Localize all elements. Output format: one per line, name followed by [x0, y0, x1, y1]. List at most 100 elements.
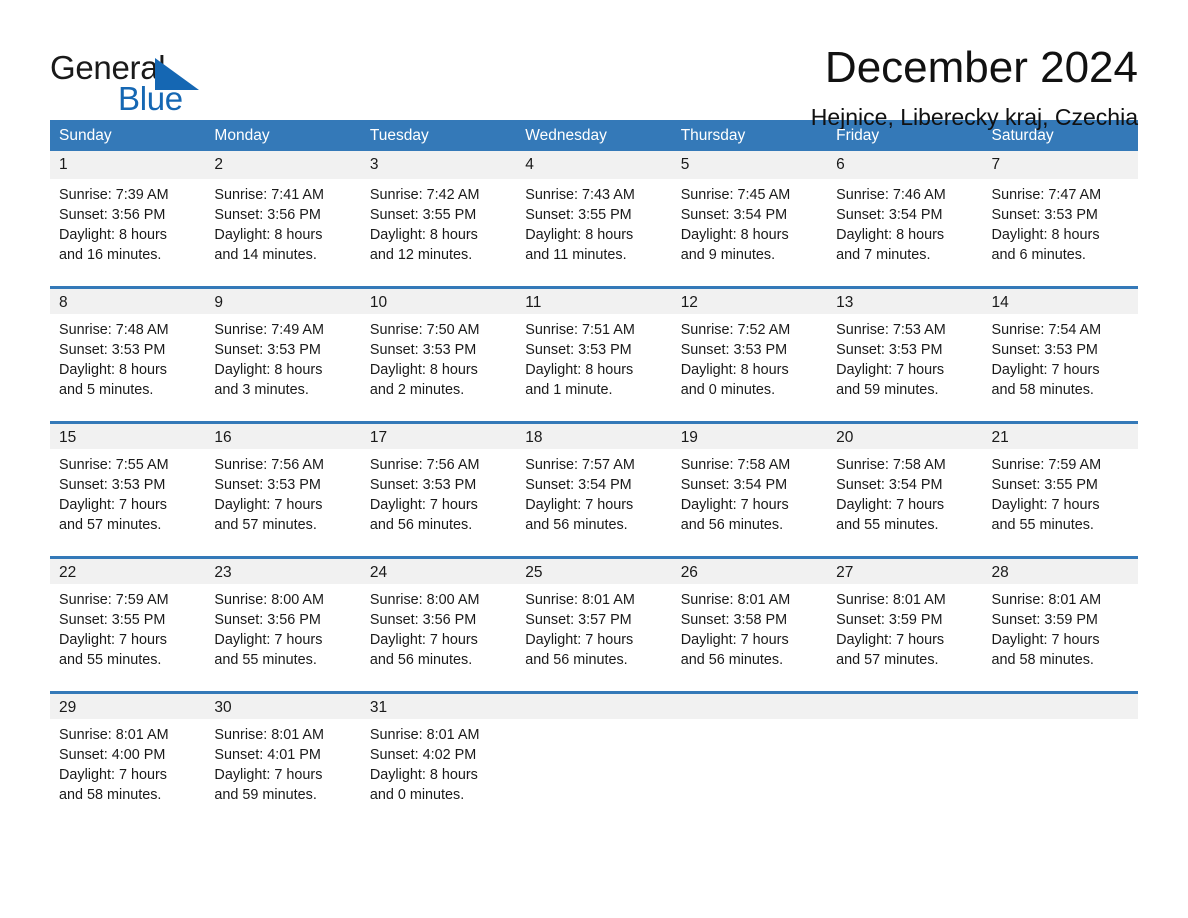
sunset-text: Sunset: 3:53 PM	[991, 207, 1098, 223]
day-cell: Sunrise: 7:57 AM Sunset: 3:54 PM Dayligh…	[516, 455, 671, 556]
sunset-text: Sunset: 3:55 PM	[525, 207, 632, 223]
day-cell: Sunrise: 8:00 AM Sunset: 3:56 PM Dayligh…	[205, 590, 360, 691]
day-number[interactable]: 6	[827, 151, 982, 179]
day-number[interactable]: 26	[672, 559, 827, 584]
sunset-text: Sunset: 3:56 PM	[214, 207, 321, 223]
daylight-text-line1: Daylight: 8 hours	[59, 227, 167, 243]
daylight-text-line1: Daylight: 7 hours	[214, 767, 323, 783]
day-cell: Sunrise: 8:00 AM Sunset: 3:56 PM Dayligh…	[361, 590, 516, 691]
day-number[interactable]: 25	[516, 559, 671, 584]
day-number-band: 15 16 17 18 19 20 21	[50, 421, 1138, 449]
day-cell: Sunrise: 7:51 AM Sunset: 3:53 PM Dayligh…	[516, 320, 671, 421]
sunset-text: Sunset: 3:58 PM	[680, 612, 788, 628]
daylight-text-line2: and 56 minutes.	[369, 652, 473, 668]
daylight-text-line2: and 55 minutes.	[836, 517, 939, 533]
day-number[interactable]: 20	[827, 424, 982, 449]
day-number[interactable]: 7	[983, 151, 1138, 179]
day-number[interactable]: 8	[50, 289, 205, 314]
day-number[interactable]: 4	[516, 151, 671, 179]
sunset-text: Sunset: 4:00 PM	[59, 747, 166, 763]
sunrise-text: Sunrise: 7:45 AM	[680, 187, 791, 203]
calendar-week-row: 29 30 31 Sunrise: 8:01 AM Sunset: 4:00 P…	[50, 691, 1138, 826]
day-cell: Sunrise: 7:50 AM Sunset: 3:53 PM Dayligh…	[361, 320, 516, 421]
day-cell: Sunrise: 8:01 AM Sunset: 3:57 PM Dayligh…	[516, 590, 671, 691]
day-number[interactable]: 23	[205, 559, 360, 584]
daylight-text-line2: and 11 minutes.	[525, 247, 627, 263]
sunrise-text: Sunrise: 8:01 AM	[525, 592, 635, 608]
page-title: December 2024	[824, 43, 1138, 92]
daylight-text-line2: and 14 minutes.	[214, 247, 317, 263]
daylight-text-line1: Daylight: 7 hours	[836, 362, 945, 378]
day-number[interactable]: 18	[516, 424, 671, 449]
daylight-text-line1: Daylight: 8 hours	[214, 362, 323, 378]
daylight-text-line1: Daylight: 8 hours	[369, 362, 478, 378]
sunrise-text: Sunrise: 7:53 AM	[836, 322, 946, 338]
sunset-text: Sunset: 3:53 PM	[369, 477, 477, 493]
daylight-text-line1: Daylight: 8 hours	[59, 362, 167, 378]
day-cell: Sunrise: 7:43 AM Sunset: 3:55 PM Dayligh…	[516, 185, 671, 286]
calendar-week-row: 1 2 3 4 5 6 7 Sunrise: 7:39 AM Sunset: 3…	[50, 151, 1138, 286]
daylight-text-line1: Daylight: 8 hours	[369, 227, 478, 243]
day-number[interactable]: 5	[672, 151, 827, 179]
day-detail-band: Sunrise: 7:59 AM Sunset: 3:55 PM Dayligh…	[50, 584, 1138, 691]
sunrise-text: Sunrise: 7:52 AM	[680, 322, 791, 338]
day-number[interactable]: 17	[361, 424, 516, 449]
day-number[interactable]: 22	[50, 559, 205, 584]
sunset-text: Sunset: 3:55 PM	[991, 477, 1098, 493]
day-cell: Sunrise: 7:58 AM Sunset: 3:54 PM Dayligh…	[672, 455, 827, 556]
sunset-text: Sunset: 3:56 PM	[214, 612, 321, 628]
day-number[interactable]: 31	[361, 694, 516, 719]
day-cell: Sunrise: 7:59 AM Sunset: 3:55 PM Dayligh…	[50, 590, 205, 691]
day-number[interactable]: 27	[827, 559, 982, 584]
day-number[interactable]: 24	[361, 559, 516, 584]
sunrise-text: Sunrise: 7:59 AM	[991, 457, 1102, 473]
day-number-empty	[827, 694, 982, 719]
day-number[interactable]: 16	[205, 424, 360, 449]
day-number[interactable]: 11	[516, 289, 671, 314]
sunrise-text: Sunrise: 8:01 AM	[680, 592, 791, 608]
sunset-text: Sunset: 3:53 PM	[59, 477, 166, 493]
weekday-header-wednesday: Wednesday	[525, 127, 607, 144]
sunrise-text: Sunrise: 7:47 AM	[991, 187, 1102, 203]
sunset-text: Sunset: 3:55 PM	[369, 207, 477, 223]
day-number[interactable]: 1	[50, 151, 205, 179]
day-number[interactable]: 30	[205, 694, 360, 719]
day-number[interactable]: 10	[361, 289, 516, 314]
sunrise-text: Sunrise: 7:57 AM	[525, 457, 635, 473]
sunset-text: Sunset: 3:53 PM	[59, 342, 166, 358]
daylight-text-line1: Daylight: 7 hours	[214, 632, 323, 648]
day-number[interactable]: 14	[983, 289, 1138, 314]
calendar-week-row: 8 9 10 11 12 13 14 Sunrise: 7:48 AM Suns…	[50, 286, 1138, 421]
day-cell: Sunrise: 7:52 AM Sunset: 3:53 PM Dayligh…	[672, 320, 827, 421]
sunrise-text: Sunrise: 7:56 AM	[214, 457, 325, 473]
day-number[interactable]: 15	[50, 424, 205, 449]
day-number[interactable]: 21	[983, 424, 1138, 449]
sunset-text: Sunset: 3:59 PM	[991, 612, 1098, 628]
sunrise-text: Sunrise: 8:01 AM	[214, 727, 325, 743]
sunrise-text: Sunrise: 7:49 AM	[214, 322, 325, 338]
day-detail-band: Sunrise: 7:39 AM Sunset: 3:56 PM Dayligh…	[50, 179, 1138, 286]
day-cell: Sunrise: 7:42 AM Sunset: 3:55 PM Dayligh…	[361, 185, 516, 286]
day-number[interactable]: 13	[827, 289, 982, 314]
sunset-text: Sunset: 3:55 PM	[59, 612, 166, 628]
day-number[interactable]: 29	[50, 694, 205, 719]
day-number[interactable]: 19	[672, 424, 827, 449]
day-number[interactable]: 2	[205, 151, 360, 179]
day-number[interactable]: 28	[983, 559, 1138, 584]
day-cell: Sunrise: 7:49 AM Sunset: 3:53 PM Dayligh…	[205, 320, 360, 421]
day-number[interactable]: 3	[361, 151, 516, 179]
day-number[interactable]: 12	[672, 289, 827, 314]
sunset-text: Sunset: 4:01 PM	[214, 747, 321, 763]
day-cell: Sunrise: 7:55 AM Sunset: 3:53 PM Dayligh…	[50, 455, 205, 556]
sunset-text: Sunset: 3:59 PM	[836, 612, 943, 628]
daylight-text-line2: and 7 minutes.	[836, 247, 931, 263]
day-number-band: 22 23 24 25 26 27 28	[50, 556, 1138, 584]
day-number[interactable]: 9	[205, 289, 360, 314]
generalblue-logo[interactable]: General Blue	[50, 42, 250, 120]
daylight-text-line1: Daylight: 7 hours	[369, 497, 478, 513]
sunrise-text: Sunrise: 7:59 AM	[59, 592, 169, 608]
sunset-text: Sunset: 3:53 PM	[680, 342, 788, 358]
daylight-text-line2: and 56 minutes.	[680, 517, 784, 533]
day-number-band: 29 30 31	[50, 691, 1138, 719]
day-cell-empty	[983, 725, 1138, 826]
